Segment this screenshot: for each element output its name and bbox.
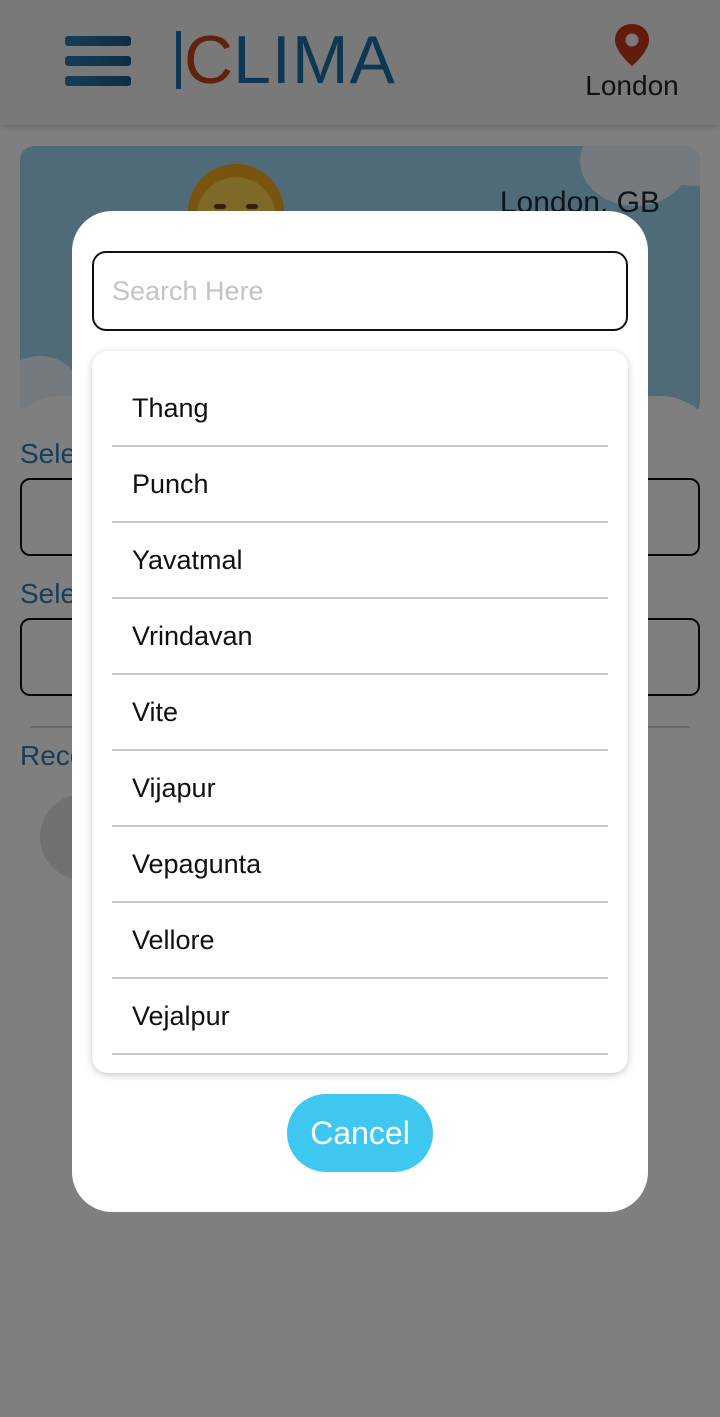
city-list-item[interactable]: Vepagunta <box>112 827 608 903</box>
city-list-item[interactable]: Vijapur <box>112 751 608 827</box>
city-list-item[interactable]: Vrindavan <box>112 599 608 675</box>
search-input[interactable] <box>92 251 628 331</box>
city-list-item[interactable]: Vejalpur <box>112 979 608 1055</box>
city-list-item[interactable]: Punch <box>112 447 608 523</box>
city-picker-modal: Thang Punch Yavatmal Vrindavan Vite Vija… <box>72 211 648 1212</box>
city-list: Thang Punch Yavatmal Vrindavan Vite Vija… <box>112 371 608 1055</box>
city-list-item[interactable]: Vellore <box>112 903 608 979</box>
city-list-container: Thang Punch Yavatmal Vrindavan Vite Vija… <box>92 351 628 1073</box>
city-list-item[interactable]: Thang <box>112 371 608 447</box>
cancel-button[interactable]: Cancel <box>287 1094 433 1172</box>
city-list-item[interactable]: Yavatmal <box>112 523 608 599</box>
city-list-item[interactable]: Vite <box>112 675 608 751</box>
